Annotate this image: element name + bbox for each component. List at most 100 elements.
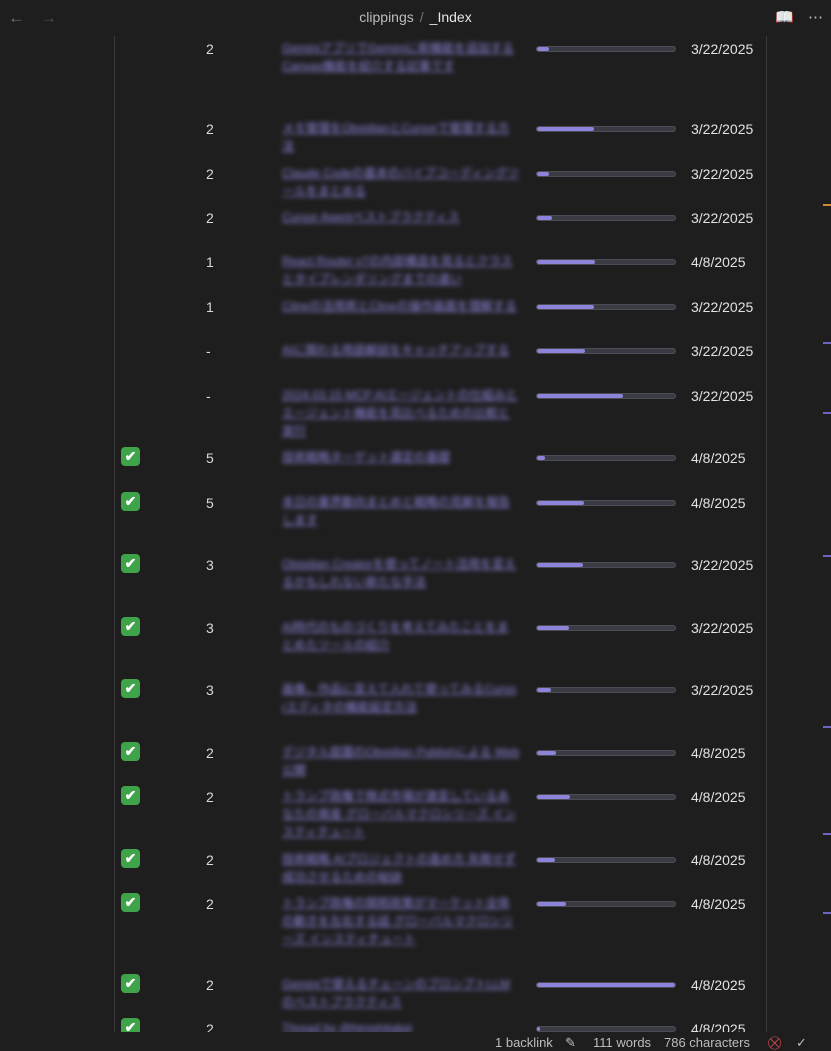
- progress-bar-fill: [537, 501, 584, 505]
- backlinks-count[interactable]: 1 backlink: [495, 1035, 553, 1050]
- date-cell: 3/22/2025: [691, 210, 754, 226]
- table-row: ✔ 3 画像、作品に変えて入れて使ってみるCursorエディタの機能設定方法 3/22…: [0, 679, 780, 734]
- count-cell: 2: [206, 1021, 214, 1032]
- date-cell: 4/8/2025: [691, 852, 746, 868]
- count-cell: 2: [206, 210, 214, 226]
- title-bar: ← → clippings / _Index 📖 ⋯: [0, 0, 831, 36]
- title-bar-actions: 📖 ⋯: [761, 8, 823, 26]
- progress-bar: [536, 794, 676, 800]
- done-check-icon: ✔: [121, 447, 140, 466]
- count-cell: 5: [206, 450, 214, 466]
- status-bar: 1 backlink ✎ 111 words 786 characters ⛒ …: [0, 1032, 831, 1051]
- count-cell: 1: [206, 299, 214, 315]
- progress-bar: [536, 171, 676, 177]
- progress-bar: [536, 393, 676, 399]
- date-cell: 3/22/2025: [691, 343, 754, 359]
- note-link[interactable]: 画像、作品に変えて入れて使ってみるCursorエディタの機能設定方法: [282, 680, 520, 716]
- table-row: ✔ 2 トランプ政権の関税政策がマーケット全体の動きを左右する話 グローバルマクロシ…: [0, 893, 780, 966]
- date-cell: 4/8/2025: [691, 1021, 746, 1032]
- progress-bar: [536, 901, 676, 907]
- progress-bar-fill: [537, 394, 623, 398]
- breadcrumb-separator: /: [419, 9, 424, 25]
- scroll-marker: [823, 204, 831, 206]
- date-cell: 4/8/2025: [691, 745, 746, 761]
- progress-bar-fill: [537, 172, 550, 176]
- progress-bar: [536, 126, 676, 132]
- count-cell: 3: [206, 682, 214, 698]
- sync-off-icon[interactable]: ⛒: [768, 1035, 781, 1051]
- note-link[interactable]: デジタル庭園のObsidian Publishによる Web公開: [282, 743, 520, 779]
- note-link[interactable]: 技術戦略ターゲット選定の基礎: [282, 448, 520, 466]
- progress-bar-fill: [537, 305, 594, 309]
- progress-bar: [536, 982, 676, 988]
- note-link[interactable]: AI時代のものづくりを考えてみたことをまとめたツールの紹介: [282, 618, 520, 654]
- note-link[interactable]: Clineの活用術とClineの操作画面を理解する: [282, 297, 520, 315]
- breadcrumb-current[interactable]: _Index: [430, 9, 472, 25]
- reading-view-book-icon[interactable]: 📖: [775, 9, 794, 26]
- done-check-icon: ✔: [121, 554, 140, 573]
- done-check-icon: ✔: [121, 786, 140, 805]
- note-link[interactable]: トランプ政権で株式市場が激変しているあなたの資産 グローバルマクロシリーズ イン…: [282, 787, 520, 841]
- progress-bar: [536, 687, 676, 693]
- date-cell: 4/8/2025: [691, 789, 746, 805]
- note-link[interactable]: 2024.03.15 MCP AIエージェントの仕組みとエージェント機能を見比べ…: [282, 386, 520, 440]
- count-cell: 2: [206, 166, 214, 182]
- note-link[interactable]: GeminiアプリでGeminiに新機能を追加するCanvas機能を紹介する記事…: [282, 39, 520, 75]
- note-link[interactable]: Claude Codeの基本のバイブコーディングツールをまとめる: [282, 164, 520, 200]
- progress-bar-fill: [537, 563, 583, 567]
- note-link[interactable]: 本日の業界動向まとめと戦略の見解を報告します: [282, 493, 520, 529]
- count-cell: 3: [206, 557, 214, 573]
- progress-bar: [536, 500, 676, 506]
- note-link[interactable]: Thread by @hiroshitakei: [282, 1019, 520, 1032]
- date-cell: 4/8/2025: [691, 495, 746, 511]
- count-cell: 2: [206, 896, 214, 912]
- date-cell: 3/22/2025: [691, 299, 754, 315]
- table-row: ✔ 2 技術戦略 AIプロジェクトの進め方 失敗せず成功させるための秘訣 4/8/20…: [0, 849, 780, 886]
- progress-bar-fill: [537, 902, 566, 906]
- note-link[interactable]: 技術戦略 AIプロジェクトの進め方 失敗せず成功させるための秘訣: [282, 850, 520, 886]
- note-link[interactable]: トランプ政権の関税政策がマーケット全体の動きを左右する話 グローバルマクロシリー…: [282, 894, 520, 948]
- note-link[interactable]: AIに関わる用語解説をキャッチアップする: [282, 341, 520, 359]
- count-cell: -: [206, 343, 211, 359]
- progress-bar-fill: [537, 858, 555, 862]
- note-link[interactable]: React Router v7の内部構造を見るとクラスとタイプレンダリングまでの…: [282, 252, 520, 288]
- table-row: 2 GeminiアプリでGeminiに新機能を追加するCanvas機能を紹介する記…: [0, 39, 780, 111]
- table-row: ✔ 2 デジタル庭園のObsidian Publishによる Web公開 4/8/20…: [0, 742, 780, 779]
- progress-bar-fill: [537, 260, 595, 264]
- progress-bar-fill: [537, 1027, 540, 1031]
- table-row: ✔ 3 AI時代のものづくりを考えてみたことをまとめたツールの紹介 3/22/2025: [0, 617, 780, 672]
- progress-bar: [536, 750, 676, 756]
- date-cell: 3/22/2025: [691, 166, 754, 182]
- date-cell: 3/22/2025: [691, 121, 754, 137]
- date-cell: 3/22/2025: [691, 388, 754, 404]
- count-cell: 2: [206, 789, 214, 805]
- date-cell: 3/22/2025: [691, 41, 754, 57]
- character-count: 786 characters: [664, 1035, 750, 1050]
- scroll-marker: [823, 833, 831, 835]
- progress-bar-fill: [537, 47, 550, 51]
- note-link[interactable]: Obsidian Creatorを使ってノート活用を変えるかもしれない新たな手法: [282, 555, 520, 591]
- note-link[interactable]: メモ管理をObsidianとCursorで管理する方法: [282, 119, 520, 155]
- table-row: ✔ 3 Obsidian Creatorを使ってノート活用を変えるかもしれない新たな…: [0, 554, 780, 609]
- more-options-icon[interactable]: ⋯: [808, 9, 823, 26]
- table-row: 1 Clineの活用術とClineの操作画面を理解する 3/22/2025: [0, 297, 780, 333]
- pencil-icon[interactable]: ✎: [565, 1035, 576, 1051]
- table-row: ✔ 2 トランプ政権で株式市場が激変しているあなたの資産 グローバルマクロシリーズ …: [0, 786, 780, 841]
- note-link[interactable]: Cursor Agentベストプラクティス: [282, 208, 520, 226]
- count-cell: 2: [206, 852, 214, 868]
- date-cell: 3/22/2025: [691, 682, 754, 698]
- done-check-icon: ✔: [121, 1018, 140, 1032]
- done-check-icon: ✔: [121, 893, 140, 912]
- note-link[interactable]: Geminiで使えるチェーンのプロンプトLLMのベストプラクティス: [282, 975, 520, 1011]
- breadcrumb-parent[interactable]: clippings: [359, 9, 413, 25]
- progress-bar: [536, 46, 676, 52]
- checkmark-icon[interactable]: ✓: [796, 1035, 807, 1051]
- progress-bar: [536, 455, 676, 461]
- date-cell: 3/22/2025: [691, 557, 754, 573]
- date-cell: 3/22/2025: [691, 620, 754, 636]
- progress-bar: [536, 857, 676, 863]
- progress-bar-fill: [537, 456, 546, 460]
- progress-bar-fill: [537, 795, 571, 799]
- done-check-icon: ✔: [121, 974, 140, 993]
- progress-bar: [536, 215, 676, 221]
